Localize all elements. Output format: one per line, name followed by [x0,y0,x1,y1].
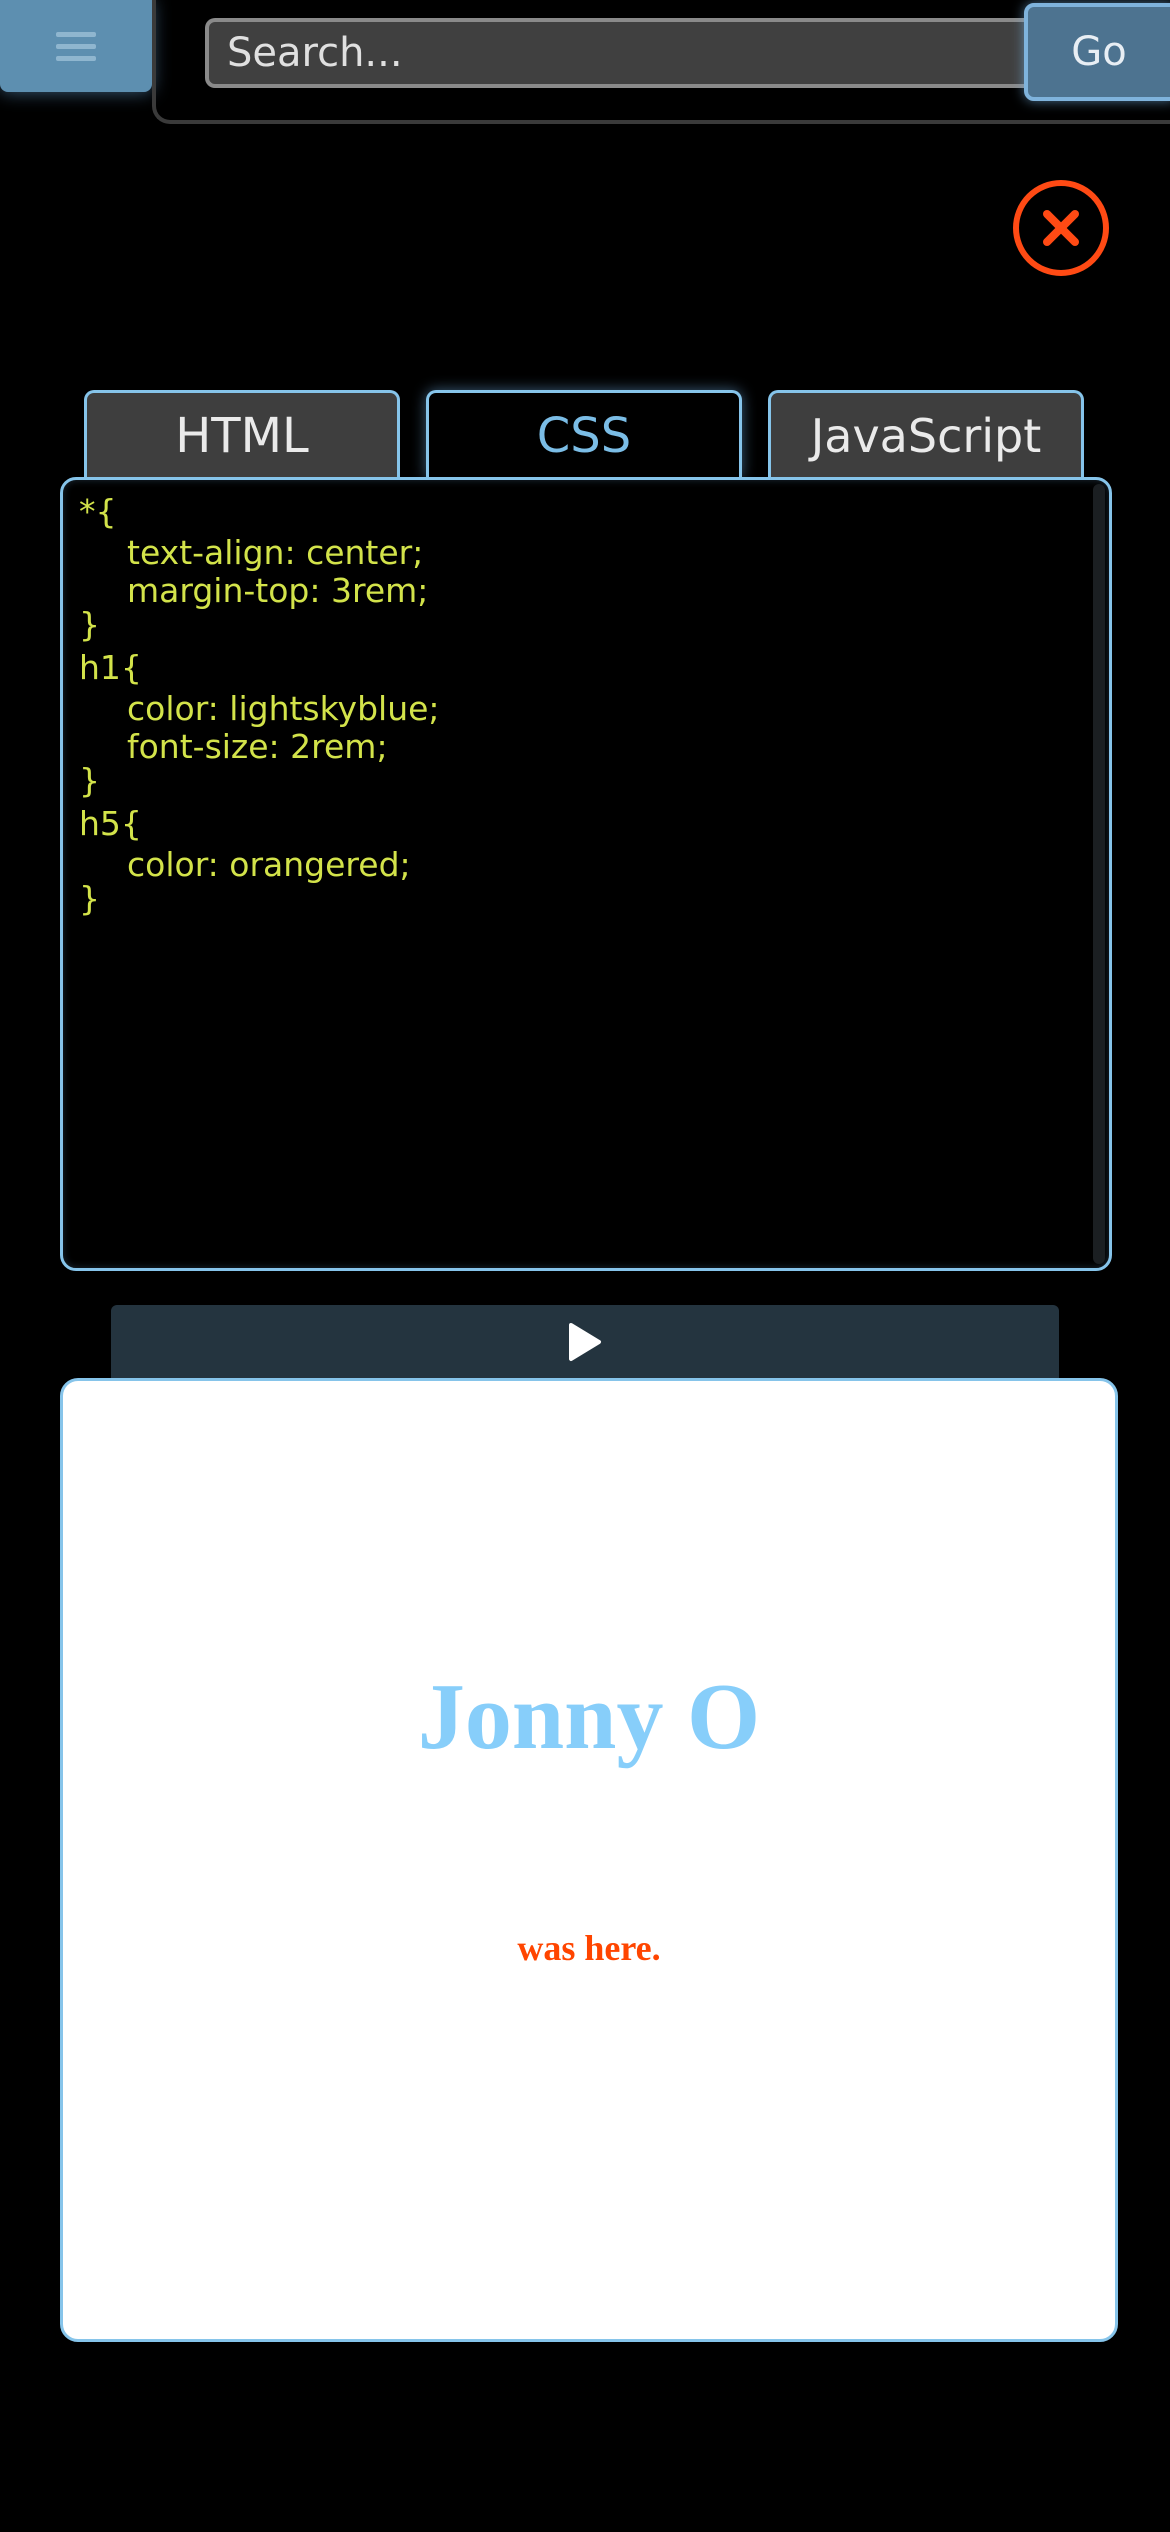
close-button[interactable] [1013,180,1109,276]
close-icon [1043,210,1079,246]
tab-javascript[interactable]: JavaScript [768,390,1084,478]
run-button[interactable] [111,1305,1059,1379]
tab-html[interactable]: HTML [84,390,400,478]
code-line: } [79,605,100,644]
code-line: color: orangered; [127,845,411,884]
code-line: text-align: center; [127,533,424,572]
code-line: h1{ [79,648,142,687]
code-line: margin-top: 3rem; [127,571,429,610]
code-editor[interactable]: *{ text-align: center; margin-top: 3rem;… [60,477,1112,1271]
code-line: font-size: 2rem; [127,727,388,766]
code-line: color: lightskyblue; [127,689,440,728]
menu-button[interactable] [0,0,152,92]
play-icon [569,1323,601,1361]
preview-heading: Jonny O [417,1665,761,1769]
go-button[interactable]: Go [1024,3,1170,101]
hamburger-menu-icon [56,31,96,61]
code-line: *{ [79,492,117,531]
code-editor-app: Go HTML CSS JavaScript *{ text-align: ce… [0,0,1170,2532]
tab-css[interactable]: CSS [426,390,742,478]
code-line: } [79,879,100,918]
editor-scrollbar[interactable] [1093,484,1105,1264]
code-line: } [79,761,100,800]
code-line: h5{ [79,804,142,843]
preview-subheading: was here. [517,1928,661,1968]
preview-pane: Jonny O was here. [60,1378,1118,2342]
search-input[interactable] [205,18,1035,88]
